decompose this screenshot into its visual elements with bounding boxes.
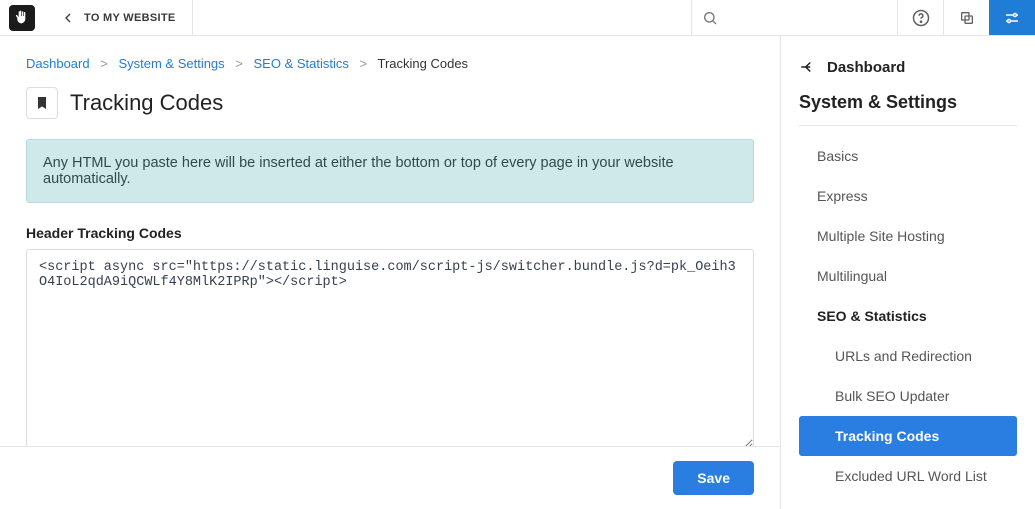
topbar-spacer [193,0,691,35]
breadcrumb-current: Tracking Codes [378,56,469,71]
help-icon [912,9,930,27]
breadcrumb-link[interactable]: System & Settings [118,56,224,71]
main-column: Dashboard > System & Settings > SEO & St… [0,36,781,509]
copy-button[interactable] [943,0,989,35]
breadcrumb-sep: > [235,56,243,71]
footer: Save [0,446,780,509]
sidebar-item-multiple-site-hosting[interactable]: Multiple Site Hosting [799,216,1017,256]
search-input[interactable] [691,0,897,35]
to-my-website-button[interactable]: TO MY WEBSITE [44,0,193,35]
topbar: TO MY WEBSITE [0,0,1035,36]
sidebar-item-excluded-url-word-list[interactable]: Excluded URL Word List [799,456,1017,496]
arrow-left-icon [799,58,817,76]
to-my-website-label: TO MY WEBSITE [84,12,176,24]
sidebar-item-seo-statistics[interactable]: SEO & Statistics [799,296,1017,336]
breadcrumb-link[interactable]: SEO & Statistics [254,56,349,71]
header-codes-label: Header Tracking Codes [26,225,754,241]
app-logo[interactable] [0,0,44,35]
sidebar-item-basics[interactable]: Basics [799,136,1017,176]
breadcrumb-link[interactable]: Dashboard [26,56,90,71]
page-title: Tracking Codes [70,90,223,116]
breadcrumb-sep: > [100,56,108,71]
sidebar-item-urls-redirection[interactable]: URLs and Redirection [799,336,1017,376]
settings-button[interactable] [989,0,1035,35]
sidebar-back-label: Dashboard [827,59,905,76]
save-button[interactable]: Save [673,461,754,495]
arrow-left-icon [60,10,76,26]
sidebar: Dashboard System & Settings Basics Expre… [781,36,1035,509]
bookmark-icon [26,87,58,119]
sliders-icon [1003,9,1021,27]
sidebar-item-bulk-seo-updater[interactable]: Bulk SEO Updater [799,376,1017,416]
sidebar-back-dashboard[interactable]: Dashboard [799,58,1017,76]
hand-icon [9,5,35,31]
breadcrumb-sep: > [360,56,368,71]
header-codes-textarea[interactable] [26,249,754,446]
info-alert: Any HTML you paste here will be inserted… [26,139,754,203]
sidebar-item-express[interactable]: Express [799,176,1017,216]
sidebar-title: System & Settings [799,92,1017,113]
help-button[interactable] [897,0,943,35]
copy-icon [959,10,975,26]
breadcrumb: Dashboard > System & Settings > SEO & St… [26,56,754,71]
sidebar-item-multilingual[interactable]: Multilingual [799,256,1017,296]
divider [799,125,1017,126]
search-icon [702,10,718,26]
sidebar-item-tracking-codes[interactable]: Tracking Codes [799,416,1017,456]
